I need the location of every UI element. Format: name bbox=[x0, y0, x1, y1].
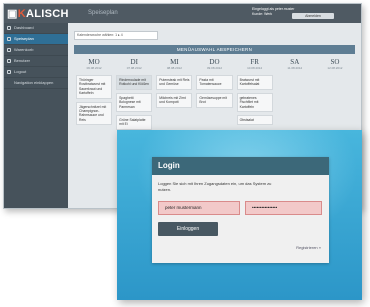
brand-logo: ▣KALISCH bbox=[7, 8, 69, 20]
login-instruction: Loggen Sie sich mit Ihren Zugangsdaten e… bbox=[158, 181, 272, 192]
user-icon bbox=[7, 59, 11, 63]
meal-column-mo: Thüringer Rostbratwurst mit Sauerkraut u… bbox=[74, 75, 114, 133]
day-header: FR 10.08.2012 bbox=[247, 58, 263, 70]
meal-column-do: Pasta mit Tomatensauce Gemüsesuppe mit B… bbox=[194, 75, 234, 133]
meal-card[interactable]: Thüringer Rostbratwurst mit Sauerkraut u… bbox=[76, 75, 113, 99]
meal-column-so bbox=[315, 75, 355, 133]
top-bar: ▣KALISCH Speiseplan Eingeloggt als peter… bbox=[4, 4, 361, 23]
login-title: Login bbox=[152, 157, 329, 175]
meal-columns: Thüringer Rostbratwurst mit Sauerkraut u… bbox=[74, 75, 355, 133]
day-header: DO 09.08.2012 bbox=[206, 58, 222, 70]
cart-icon bbox=[7, 48, 11, 52]
day-header: MI 08.08.2012 bbox=[166, 58, 182, 70]
meal-card[interactable]: Jägerschnitzel mit Champignon-Rahmsauce … bbox=[76, 101, 113, 126]
page-title: Speiseplan bbox=[88, 10, 118, 16]
logout-icon bbox=[7, 70, 11, 74]
day-header: DI 07.08.2012 bbox=[126, 58, 142, 70]
login-panel: Login Loggen Sie sich mit Ihren Zugangsd… bbox=[152, 157, 329, 263]
sidebar-item-cart[interactable]: Warenkorb bbox=[4, 45, 68, 56]
meal-card[interactable]: Pasta mit Tomatensauce bbox=[196, 75, 233, 90]
meal-card[interactable]: Rinderroulade mit Rotkohl und Klößen bbox=[116, 75, 153, 90]
sidebar-item-logout[interactable]: Logout bbox=[4, 67, 68, 78]
meal-column-fr: Bratwurst mit Kartoffelsalat gebratenes … bbox=[235, 75, 275, 133]
sidebar-item-meal-plan[interactable]: Speiseplan bbox=[4, 34, 68, 45]
meal-column-sa bbox=[275, 75, 315, 133]
meal-column-mi: Putensteak mit Reis und Gemüse Milchreis… bbox=[154, 75, 194, 133]
week-filter[interactable]: Kalenderwoche wählen: 1 ▸ 4 bbox=[74, 31, 158, 40]
user-info: Eingeloggt als peter.muster Kunde: Werk bbox=[252, 7, 295, 16]
sidebar-collapse[interactable]: Navigation einklappen bbox=[4, 78, 68, 89]
sidebar-item-dashboard[interactable]: Dashboard bbox=[4, 23, 68, 34]
meal-column-di: Rinderroulade mit Rotkohl und Klößen Spa… bbox=[114, 75, 154, 133]
register-link[interactable]: Registrieren » bbox=[296, 245, 321, 250]
sidebar: Dashboard Speiseplan Warenkorb Benutzer … bbox=[4, 23, 68, 208]
password-field[interactable]: •••••••••••••••• bbox=[245, 201, 322, 215]
meal-card[interactable]: Grüne Salatplatte mit Ei bbox=[116, 115, 153, 130]
meal-card[interactable]: Milchreis mit Zimt und Kompott bbox=[156, 92, 193, 108]
meal-card[interactable]: Bratwurst mit Kartoffelsalat bbox=[236, 75, 273, 90]
meal-card[interactable]: Gemüsesuppe mit Brot bbox=[196, 92, 233, 108]
save-selection-button[interactable]: MENÜAUSWAHL ABSPEICHERN bbox=[74, 45, 355, 54]
logout-button[interactable]: Abmelden bbox=[292, 13, 334, 19]
day-headers: MO 06.08.2012 DI 07.08.2012 MI 08.08.2012 D… bbox=[74, 58, 355, 70]
calendar-icon bbox=[7, 37, 11, 41]
meal-card[interactable]: Obstsalat bbox=[236, 115, 273, 126]
meal-card[interactable]: Putensteak mit Reis und Gemüse bbox=[156, 75, 193, 90]
meal-card[interactable]: gebratenes Fischfilet mit Kartoffeln bbox=[236, 92, 273, 113]
dashboard-icon bbox=[7, 26, 11, 30]
day-header: MO 06.08.2012 bbox=[86, 58, 102, 70]
day-header: SA 11.08.2012 bbox=[287, 58, 303, 70]
login-button[interactable]: Einloggen bbox=[158, 222, 218, 236]
sidebar-item-users[interactable]: Benutzer bbox=[4, 56, 68, 67]
username-field[interactable]: peter mustermann bbox=[158, 201, 240, 215]
login-window: Login Loggen Sie sich mit Ihren Zugangsd… bbox=[117, 130, 362, 300]
meal-card[interactable]: Spaghetti Bolognese mit Parmesan bbox=[116, 92, 153, 113]
day-header: SO 12.08.2012 bbox=[327, 58, 343, 70]
